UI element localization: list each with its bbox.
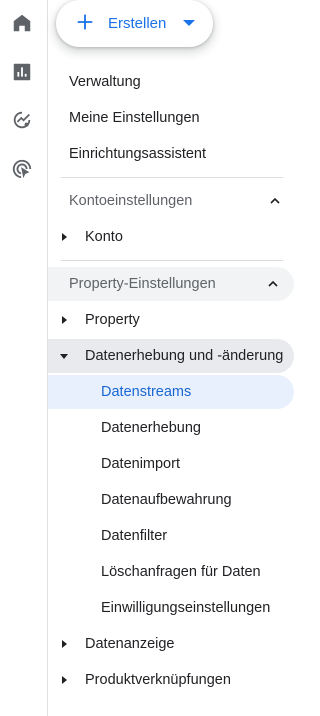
nav-item-label: Datenimport: [101, 456, 180, 472]
nav-item-admin[interactable]: Verwaltung: [48, 65, 296, 99]
nav-item-data-retention[interactable]: Datenaufbewahrung: [48, 483, 296, 517]
nav-item-account[interactable]: Konto: [48, 220, 296, 254]
nav-item-label: Datenerhebung: [101, 420, 201, 436]
section-title: Property-Einstellungen: [69, 276, 216, 292]
chevron-up-icon: [268, 280, 278, 287]
nav-item-property[interactable]: Property: [48, 303, 296, 337]
nav-item-label: Datenstreams: [101, 384, 192, 400]
nav-item-label: Datenerhebung und -änderung: [85, 348, 284, 364]
nav-item-label: Meine Einstellungen: [69, 110, 200, 126]
section-property-settings[interactable]: Property-Einstellungen: [48, 267, 294, 301]
nav-item-label: Verwaltung: [69, 74, 141, 90]
expand-arrow-icon: [62, 316, 67, 324]
expand-arrow-icon: [62, 676, 67, 684]
nav-item-label: Konto: [85, 229, 123, 245]
nav-item-label: Datenaufbewahrung: [101, 492, 232, 508]
divider: [61, 177, 283, 178]
nav-item-data-display[interactable]: Datenanzeige: [48, 627, 296, 661]
nav-item-label: Datenfilter: [101, 528, 168, 544]
nav-item-data-import[interactable]: Datenimport: [48, 447, 296, 481]
explore-icon[interactable]: [8, 106, 36, 134]
nav-item-data-filters[interactable]: Datenfilter: [48, 519, 296, 553]
nav-item-product-links[interactable]: Produktverknüpfungen: [48, 663, 296, 697]
nav-item-label: Einwilligungseinstellungen: [101, 600, 271, 616]
nav-item-label: Property: [85, 312, 140, 328]
icon-rail: [0, 0, 48, 716]
section-account-settings[interactable]: Kontoeinstellungen: [48, 184, 296, 218]
divider: [61, 260, 283, 261]
nav-item-consent-settings[interactable]: Einwilligungseinstellungen: [48, 591, 296, 625]
collapse-arrow-icon: [60, 353, 68, 359]
nav-item-label: Einrichtungsassistent: [69, 146, 207, 162]
nav-item-data-deletion-requests[interactable]: Löschanfragen für Daten: [48, 555, 296, 589]
section-title: Kontoeinstellungen: [69, 193, 193, 209]
reports-icon[interactable]: [8, 58, 36, 86]
expand-arrow-icon: [62, 233, 67, 241]
nav-item-my-settings[interactable]: Meine Einstellungen: [48, 101, 296, 135]
nav-item-label: Datenanzeige: [85, 636, 175, 652]
nav-item-data-collection-child[interactable]: Datenerhebung: [48, 411, 296, 445]
nav-item-label: Löschanfragen für Daten: [101, 564, 261, 580]
expand-arrow-icon: [62, 640, 67, 648]
nav-item-setup-assistant[interactable]: Einrichtungsassistent: [48, 137, 296, 171]
nav-item-data-streams[interactable]: Datenstreams: [48, 375, 294, 409]
nav-item-data-collection[interactable]: Datenerhebung und -änderung: [48, 339, 294, 373]
advertising-icon[interactable]: [8, 155, 36, 183]
admin-nav: Verwaltung Meine Einstellungen Einrichtu…: [48, 0, 312, 716]
home-icon[interactable]: [8, 9, 36, 37]
chevron-up-icon: [270, 197, 280, 204]
nav-item-label: Produktverknüpfungen: [85, 672, 231, 688]
